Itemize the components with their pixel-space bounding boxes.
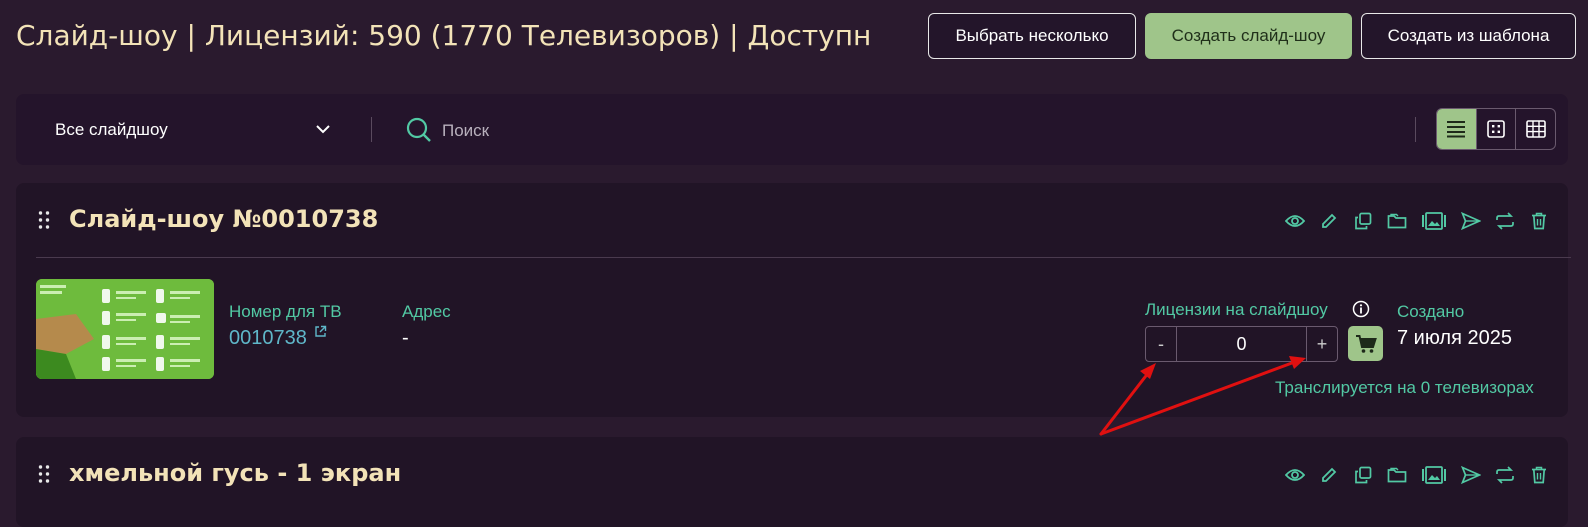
pencil-icon xyxy=(1322,213,1337,228)
slideshow-card: хмельной гусь - 1 экран xyxy=(16,437,1568,527)
created-label: Создано xyxy=(1397,302,1465,321)
trash-icon xyxy=(1532,466,1546,484)
licenses-label: Лицензии на слайдшоу xyxy=(1145,300,1328,319)
filter-select-label: Все слайдшоу xyxy=(55,120,168,139)
grid-small-view-button[interactable] xyxy=(1477,109,1517,149)
pencil-icon xyxy=(1322,467,1337,482)
external-link-icon[interactable] xyxy=(314,325,327,338)
buy-licenses-button[interactable] xyxy=(1348,326,1383,361)
search-input[interactable] xyxy=(440,114,1044,148)
create-from-template-button[interactable]: Создать из шаблона xyxy=(1361,13,1576,59)
edit-button[interactable] xyxy=(1319,465,1339,485)
replace-button[interactable] xyxy=(1495,211,1515,231)
preview-button[interactable] xyxy=(1285,465,1305,485)
folder-icon xyxy=(1387,213,1407,229)
delete-button[interactable] xyxy=(1529,465,1549,485)
licenses-stepper: - 0 + xyxy=(1145,326,1338,362)
licenses-value[interactable]: 0 xyxy=(1176,327,1307,361)
search-icon xyxy=(406,117,431,142)
view-mode-toggle xyxy=(1436,108,1556,150)
preview-button[interactable] xyxy=(1285,211,1305,231)
toolbar-divider xyxy=(1415,117,1416,142)
tv-number-label: Номер для ТВ xyxy=(229,302,342,321)
copy-icon xyxy=(1355,466,1372,484)
send-button[interactable] xyxy=(1461,211,1481,231)
drag-handle-icon[interactable] xyxy=(37,210,51,230)
address-label: Адрес xyxy=(402,302,451,321)
gallery-button[interactable] xyxy=(1421,211,1447,231)
eye-icon xyxy=(1285,215,1305,227)
move-to-folder-button[interactable] xyxy=(1387,465,1407,485)
thumbnail-image xyxy=(36,279,214,379)
delete-button[interactable] xyxy=(1529,211,1549,231)
create-slideshow-button[interactable]: Создать слайд-шоу xyxy=(1145,13,1352,59)
increment-button[interactable]: + xyxy=(1307,327,1337,361)
copy-icon xyxy=(1355,212,1372,230)
grid-view-button[interactable] xyxy=(1516,109,1555,149)
list-view-button[interactable] xyxy=(1437,109,1477,149)
page-title: Слайд-шоу | Лицензий: 590 (1770 Телевизо… xyxy=(16,19,870,52)
slideshow-card: Слайд-шоу №0010738 Номер для ТВ 0010738 … xyxy=(16,183,1571,417)
eye-icon xyxy=(1285,469,1305,481)
gallery-icon xyxy=(1422,466,1446,484)
replace-button[interactable] xyxy=(1495,465,1515,485)
slideshow-title: хмельной гусь - 1 экран xyxy=(69,459,402,487)
tv-number-link[interactable]: 0010738 xyxy=(229,327,307,350)
slideshow-thumbnail[interactable] xyxy=(36,279,214,379)
move-to-folder-button[interactable] xyxy=(1387,211,1407,231)
list-view-icon xyxy=(1447,121,1466,138)
card-actions xyxy=(1285,211,1549,231)
drag-handle-icon[interactable] xyxy=(37,464,51,484)
decrement-button[interactable]: - xyxy=(1146,327,1176,361)
duplicate-button[interactable] xyxy=(1353,211,1373,231)
filter-toolbar: Все слайдшоу xyxy=(16,94,1568,165)
gallery-icon xyxy=(1422,212,1446,230)
chevron-down-icon xyxy=(316,125,330,134)
edit-button[interactable] xyxy=(1319,211,1339,231)
grid-small-view-icon xyxy=(1487,120,1505,138)
gallery-button[interactable] xyxy=(1421,465,1447,485)
send-button[interactable] xyxy=(1461,465,1481,485)
slideshow-title: Слайд-шоу №0010738 xyxy=(69,205,379,233)
broadcast-status: Транслируется на 0 телевизорах xyxy=(1275,378,1534,397)
card-actions xyxy=(1285,465,1549,485)
grid-view-icon xyxy=(1525,120,1546,138)
folder-icon xyxy=(1387,467,1407,483)
slideshow-filter-select[interactable]: Все слайдшоу xyxy=(36,104,346,154)
select-multiple-button[interactable]: Выбрать несколько xyxy=(928,13,1136,59)
send-icon xyxy=(1461,466,1481,484)
duplicate-button[interactable] xyxy=(1353,465,1373,485)
repeat-icon xyxy=(1496,466,1514,484)
info-icon[interactable] xyxy=(1352,300,1370,318)
send-icon xyxy=(1461,212,1481,230)
trash-icon xyxy=(1532,212,1546,230)
repeat-icon xyxy=(1496,212,1514,230)
card-divider xyxy=(36,257,1571,258)
address-value: - xyxy=(402,327,409,349)
toolbar-divider xyxy=(371,117,372,142)
cart-icon xyxy=(1355,334,1377,353)
created-date: 7 июля 2025 xyxy=(1397,327,1512,349)
